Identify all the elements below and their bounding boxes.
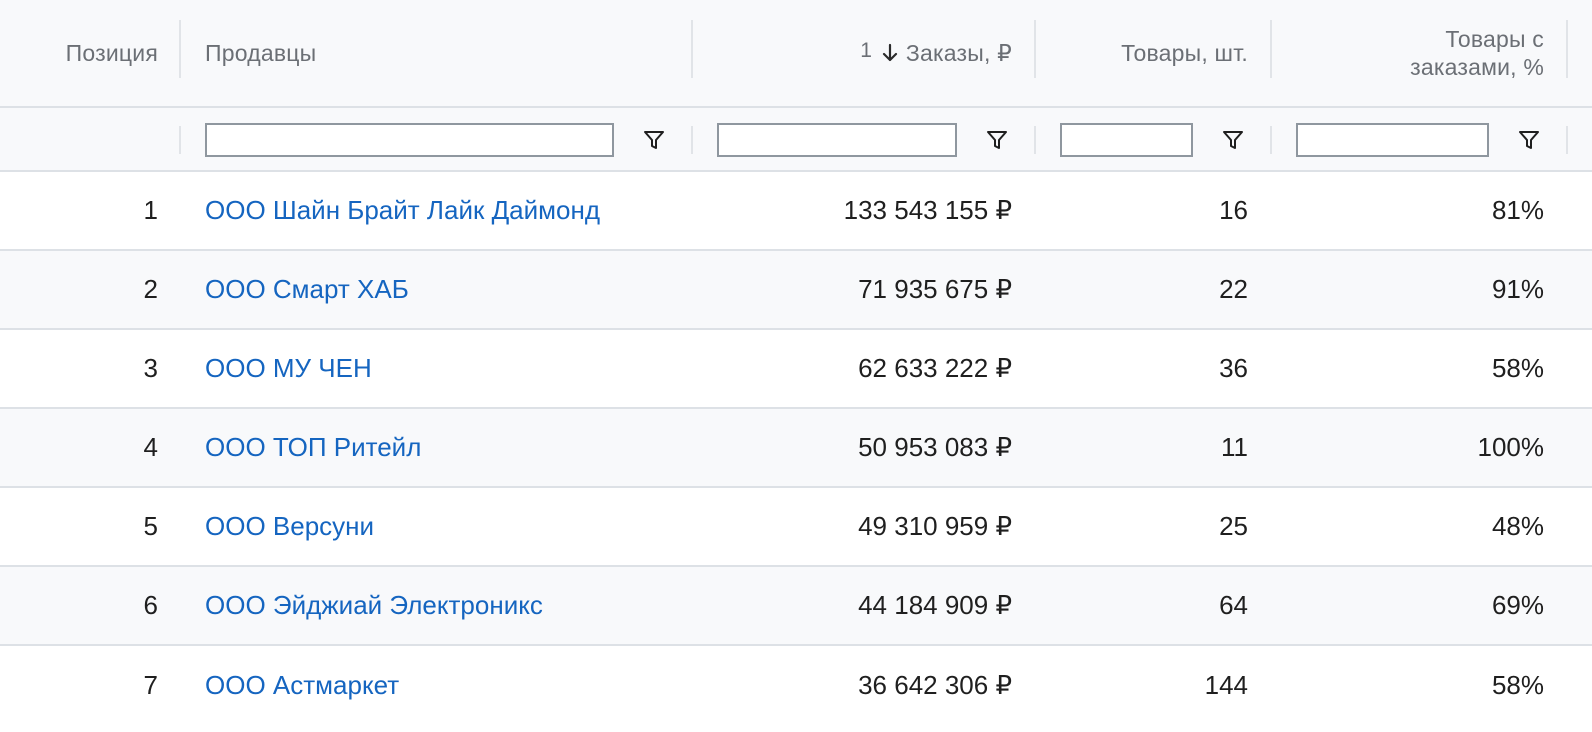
table-row: 5 ООО Версуни 49 310 959 ₽ 25 48% xyxy=(0,488,1592,567)
row-position: 1 xyxy=(143,195,158,225)
seller-link[interactable]: ООО Смарт ХАБ xyxy=(205,274,409,305)
row-position: 6 xyxy=(143,590,158,620)
row-items-with-orders: 58% xyxy=(1491,353,1544,383)
row-orders: 44 184 909 ₽ xyxy=(858,590,1012,620)
header-orders-label: Заказы, ₽ xyxy=(905,39,1012,66)
column-resizer[interactable] xyxy=(179,20,181,78)
row-orders: 49 310 959 ₽ xyxy=(858,511,1012,541)
row-orders: 133 543 155 ₽ xyxy=(843,195,1012,225)
table-row: 7 ООО Астмаркет 36 642 306 ₽ 144 58% xyxy=(0,646,1592,725)
table-row: 2 ООО Смарт ХАБ 71 935 675 ₽ 22 91% xyxy=(0,251,1592,330)
seller-link[interactable]: ООО Астмаркет xyxy=(205,670,399,701)
row-items: 11 xyxy=(1221,432,1248,462)
sort-order-index: 1 xyxy=(860,39,872,62)
header-sellers[interactable]: Продавцы xyxy=(182,0,692,106)
row-items: 25 xyxy=(1219,511,1248,541)
sellers-table: Позиция Продавцы 1 Заказы, ₽ Товары, шт.… xyxy=(0,0,1592,732)
filter-separator xyxy=(1034,126,1036,154)
row-items: 16 xyxy=(1219,195,1248,225)
header-orders[interactable]: 1 Заказы, ₽ xyxy=(694,0,1034,106)
row-orders: 71 935 675 ₽ xyxy=(858,274,1012,304)
seller-link[interactable]: ООО Шайн Брайт Лайк Даймонд xyxy=(205,195,600,226)
row-position: 3 xyxy=(143,353,158,383)
row-items: 64 xyxy=(1219,590,1248,620)
row-orders: 36 642 306 ₽ xyxy=(858,670,1012,700)
column-resizer[interactable] xyxy=(1566,20,1568,78)
orders-filter-icon[interactable] xyxy=(985,128,1009,152)
header-position-label: Позиция xyxy=(65,39,158,66)
row-items-with-orders: 48% xyxy=(1491,511,1544,541)
row-items: 36 xyxy=(1219,353,1248,383)
filter-separator xyxy=(1566,126,1568,154)
table-row: 1 ООО Шайн Брайт Лайк Даймонд 133 543 15… xyxy=(0,172,1592,251)
header-items-label: Товары, шт. xyxy=(1121,39,1248,66)
filter-separator xyxy=(691,126,693,154)
header-items-with-orders-line1: Товары с xyxy=(1445,26,1544,52)
table-header-row: Позиция Продавцы 1 Заказы, ₽ Товары, шт.… xyxy=(0,0,1592,108)
sort-descending-icon[interactable] xyxy=(882,43,898,63)
row-position: 5 xyxy=(143,511,158,541)
header-items-with-orders-label: Товары с заказами, % xyxy=(1410,25,1544,81)
header-sellers-label: Продавцы xyxy=(205,39,317,66)
table-row: 4 ООО ТОП Ритейл 50 953 083 ₽ 11 100% xyxy=(0,409,1592,488)
row-items-with-orders: 69% xyxy=(1491,590,1544,620)
seller-link[interactable]: ООО ТОП Ритейл xyxy=(205,432,421,463)
header-items-with-orders-line2: заказами, % xyxy=(1410,54,1544,80)
header-items[interactable]: Товары, шт. xyxy=(1036,0,1270,106)
sellers-filter-input[interactable] xyxy=(205,123,614,157)
sellers-filter-icon[interactable] xyxy=(642,128,666,152)
orders-filter-input[interactable] xyxy=(717,123,957,157)
table-row: 3 ООО МУ ЧЕН 62 633 222 ₽ 36 58% xyxy=(0,330,1592,409)
row-orders: 50 953 083 ₽ xyxy=(858,432,1012,462)
items-with-orders-filter-input[interactable] xyxy=(1296,123,1489,157)
column-resizer[interactable] xyxy=(691,20,693,78)
header-position[interactable]: Позиция xyxy=(0,0,180,106)
seller-link[interactable]: ООО МУ ЧЕН xyxy=(205,353,372,384)
row-items-with-orders: 100% xyxy=(1477,432,1545,462)
seller-link[interactable]: ООО Версуни xyxy=(205,511,374,542)
row-items-with-orders: 81% xyxy=(1491,195,1544,225)
filter-separator xyxy=(1270,126,1272,154)
seller-link[interactable]: ООО Эйджиай Электроникс xyxy=(205,590,543,621)
filter-row xyxy=(0,108,1592,172)
row-position: 7 xyxy=(143,670,158,700)
row-items: 22 xyxy=(1219,274,1248,304)
row-position: 2 xyxy=(143,274,158,304)
items-with-orders-filter-icon[interactable] xyxy=(1517,128,1541,152)
table-row: 6 ООО Эйджиай Электроникс 44 184 909 ₽ 6… xyxy=(0,567,1592,646)
items-filter-input[interactable] xyxy=(1060,123,1193,157)
items-filter-icon[interactable] xyxy=(1221,128,1245,152)
row-position: 4 xyxy=(143,432,158,462)
filter-separator xyxy=(179,126,181,154)
row-items-with-orders: 91% xyxy=(1491,274,1544,304)
row-orders: 62 633 222 ₽ xyxy=(858,353,1012,383)
row-items: 144 xyxy=(1204,670,1248,700)
header-items-with-orders[interactable]: Товары с заказами, % xyxy=(1272,0,1568,106)
row-items-with-orders: 58% xyxy=(1491,670,1544,700)
